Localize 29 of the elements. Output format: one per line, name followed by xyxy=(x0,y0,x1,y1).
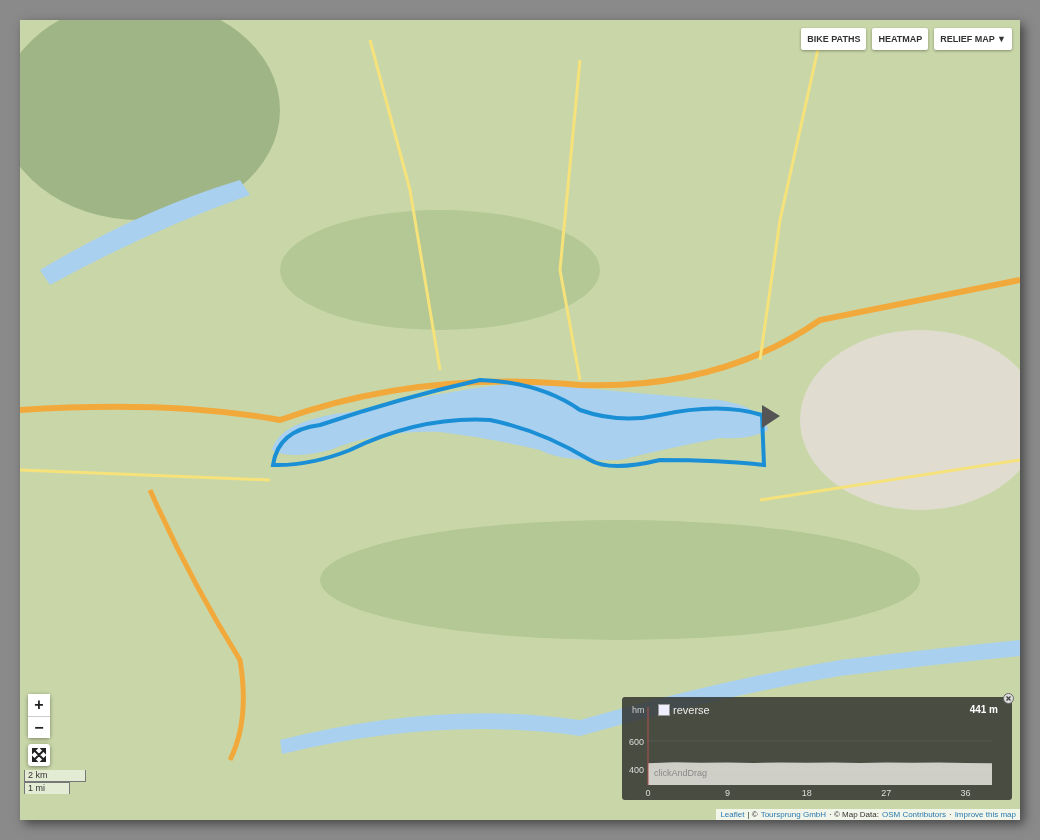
x-tick-label: 36 xyxy=(960,788,971,798)
reverse-checkbox[interactable] xyxy=(658,704,670,716)
attribution-link[interactable]: Improve this map xyxy=(954,810,1016,819)
zoom-out-button[interactable]: − xyxy=(28,716,50,738)
zoom-in-button[interactable]: + xyxy=(28,694,50,716)
attribution-text: · xyxy=(948,810,952,819)
attribution-text: | © xyxy=(747,810,758,819)
x-tick-label: 27 xyxy=(881,788,892,798)
layer-button[interactable]: HEATMAP xyxy=(872,28,929,50)
attribution-link[interactable]: Leaflet xyxy=(720,810,745,819)
x-tick-label: 9 xyxy=(724,788,730,798)
y-tick-label: 400 xyxy=(628,765,644,776)
scale-bar: 1 mi xyxy=(24,782,70,794)
scale-bar: 2 km xyxy=(24,770,86,782)
elevation-reading: 441 m xyxy=(969,704,998,715)
attribution-text: · © Map Data: xyxy=(829,810,879,819)
reverse-label: reverse xyxy=(673,704,710,716)
layer-button[interactable]: BIKE PATHS xyxy=(801,28,867,50)
attribution-link[interactable]: Toursprung GmbH xyxy=(760,810,826,819)
y-tick-label: 600 xyxy=(628,737,644,748)
fullscreen-icon xyxy=(32,748,46,762)
close-icon[interactable] xyxy=(1003,693,1014,704)
layer-button[interactable]: RELIEF MAP ▼ xyxy=(934,28,1012,50)
x-tick-label: 18 xyxy=(801,788,812,798)
unit-label: hm xyxy=(632,705,645,715)
fullscreen-button[interactable] xyxy=(28,744,50,766)
attribution-link[interactable]: OSM Contributors xyxy=(881,810,946,819)
x-tick-label: 0 xyxy=(645,788,651,798)
drag-hint: clickAndDrag xyxy=(654,768,708,778)
